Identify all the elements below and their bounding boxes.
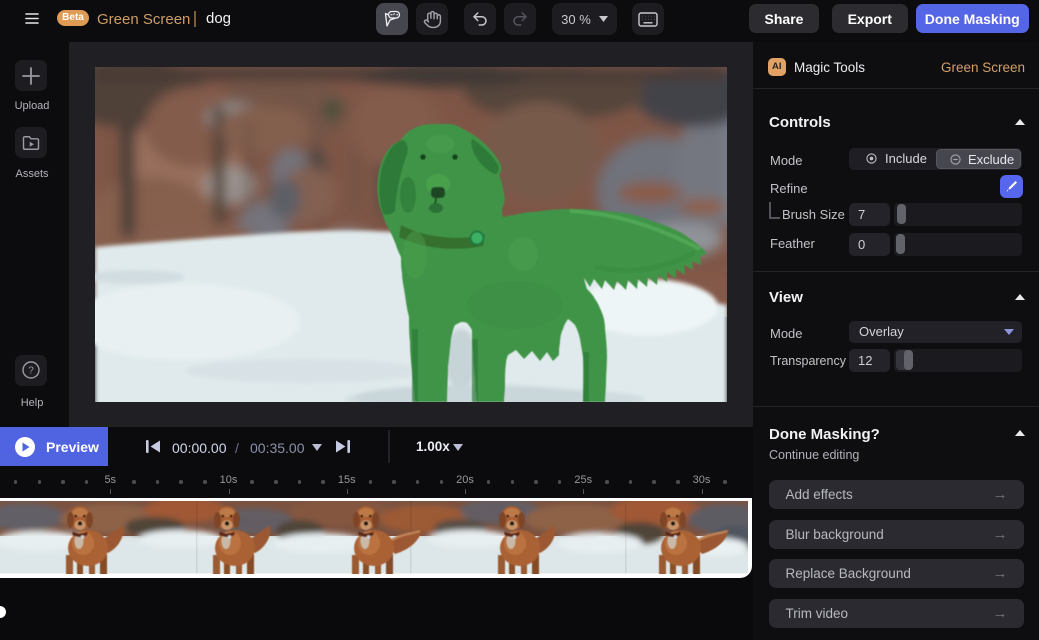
svg-text:?: ? [28,366,34,377]
